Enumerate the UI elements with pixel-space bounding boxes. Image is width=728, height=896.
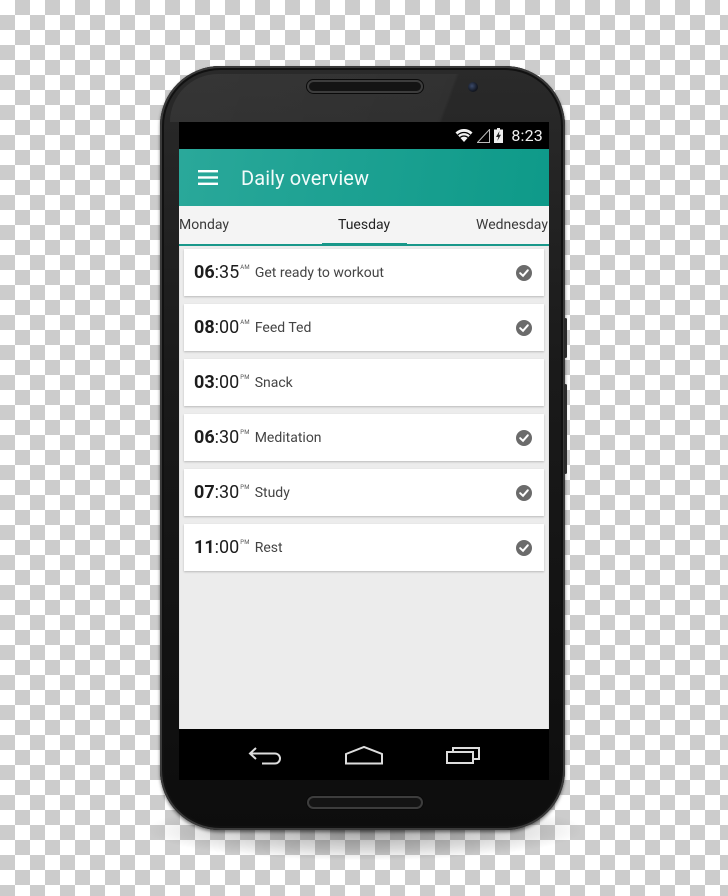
front-camera <box>468 82 478 92</box>
recent-apps-button[interactable] <box>438 735 488 775</box>
menu-button[interactable] <box>179 149 237 206</box>
done-check-icon[interactable] <box>516 429 532 446</box>
item-label: Snack <box>254 374 293 391</box>
item-hour: 06 <box>194 426 215 448</box>
status-bar: 8:23 <box>179 122 549 149</box>
item-label: Feed Ted <box>254 319 312 336</box>
item-label: Get ready to workout <box>254 264 384 281</box>
item-minute: :00 <box>214 316 240 338</box>
item-hour: 08 <box>194 316 215 338</box>
clock: 8:23 <box>511 126 543 145</box>
item-label: Study <box>254 484 290 501</box>
battery-charging-icon <box>494 128 504 143</box>
item-time: 08 :00 AM <box>194 316 250 338</box>
schedule-list: 06 :35 AM Get ready to workout 08 :00 AM… <box>179 246 549 748</box>
cell-signal-icon <box>477 128 491 143</box>
day-tabs: Monday Tuesday Wednesday <box>179 206 549 246</box>
item-hour: 03 <box>194 371 215 393</box>
done-check-icon[interactable] <box>516 264 532 281</box>
item-ampm: AM <box>240 318 250 326</box>
home-button[interactable] <box>339 735 389 775</box>
schedule-item[interactable]: 07 :30 PM Study <box>184 469 544 516</box>
item-label: Rest <box>254 539 283 556</box>
item-hour: 06 <box>194 261 215 283</box>
done-check-icon[interactable] <box>516 484 532 501</box>
back-icon <box>248 746 281 764</box>
bottom-speaker <box>307 796 423 809</box>
earpiece-speaker <box>307 80 423 93</box>
item-minute: :00 <box>214 371 240 393</box>
item-minute: :30 <box>214 481 240 503</box>
schedule-item[interactable]: 11 :00 PM Rest <box>184 524 544 571</box>
item-time: 06 :30 PM <box>194 426 250 448</box>
recent-apps-icon <box>446 746 481 764</box>
item-ampm: AM <box>240 263 250 271</box>
item-ampm: PM <box>240 483 250 491</box>
item-time: 03 :00 PM <box>194 371 250 393</box>
schedule-item[interactable]: 08 :00 AM Feed Ted <box>184 304 544 351</box>
schedule-item[interactable]: 06 :30 PM Meditation <box>184 414 544 461</box>
wifi-icon <box>455 128 473 142</box>
item-minute: :30 <box>214 426 240 448</box>
item-hour: 11 <box>194 536 215 558</box>
hamburger-menu-icon <box>198 170 218 185</box>
page-title: Daily overview <box>241 165 370 190</box>
phone-screen: 8:23 Daily overview Monday Tuesday Wedne… <box>179 122 549 780</box>
done-check-icon[interactable] <box>516 319 532 336</box>
app-bar: Daily overview <box>179 149 549 206</box>
item-ampm: PM <box>240 538 250 546</box>
item-ampm: PM <box>240 373 250 381</box>
item-minute: :35 <box>214 261 240 283</box>
item-ampm: PM <box>240 428 250 436</box>
power-button <box>564 318 567 358</box>
tab-tuesday[interactable]: Tuesday <box>338 206 390 244</box>
schedule-item[interactable]: 03 :00 PM Snack <box>184 359 544 406</box>
item-time: 11 :00 PM <box>194 536 250 558</box>
navigation-bar <box>179 729 549 780</box>
item-time: 06 :35 AM <box>194 261 250 283</box>
tab-monday[interactable]: Monday <box>179 206 229 244</box>
tab-wednesday[interactable]: Wednesday <box>476 206 548 244</box>
item-minute: :00 <box>214 536 240 558</box>
schedule-item[interactable]: 06 :35 AM Get ready to workout <box>184 249 544 296</box>
done-check-icon[interactable] <box>516 539 532 556</box>
volume-button <box>564 384 567 474</box>
back-button[interactable] <box>240 735 290 775</box>
active-tab-indicator <box>322 243 407 246</box>
item-hour: 07 <box>194 481 215 503</box>
item-label: Meditation <box>254 429 322 446</box>
home-icon <box>344 745 383 764</box>
item-time: 07 :30 PM <box>194 481 250 503</box>
